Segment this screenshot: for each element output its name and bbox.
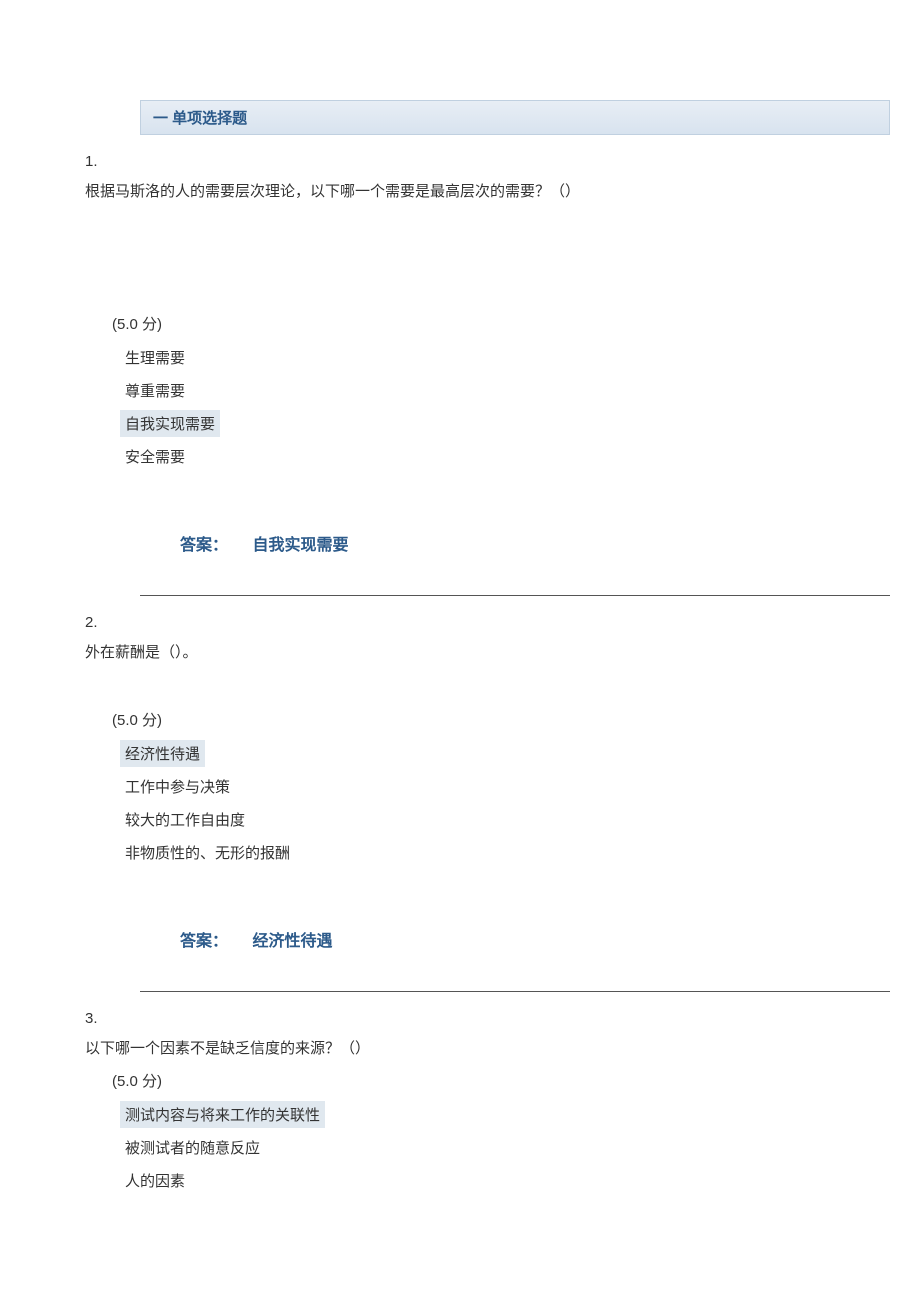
question-number: 2. bbox=[85, 614, 920, 631]
question-points: (5.0 分) bbox=[112, 709, 920, 730]
option-1[interactable]: 生理需要 bbox=[120, 344, 190, 371]
option-2[interactable]: 被测试者的随意反应 bbox=[120, 1134, 265, 1161]
option-1[interactable]: 经济性待遇 bbox=[120, 740, 205, 767]
answer-value: 经济性待遇 bbox=[252, 927, 332, 951]
options-list: 生理需要 尊重需要 自我实现需要 安全需要 bbox=[120, 344, 920, 476]
section-header: 一 单项选择题 bbox=[140, 100, 890, 135]
question-block-2: 2. 外在薪酬是（）。 (5.0 分) 经济性待遇 工作中参与决策 较大的工作自… bbox=[0, 614, 920, 992]
answer-label: 答案： bbox=[180, 927, 228, 951]
question-points: (5.0 分) bbox=[112, 313, 920, 334]
page-container: 一 单项选择题 1. 根据马斯洛的人的需要层次理论，以下哪一个需要是最高层次的需… bbox=[0, 0, 920, 1240]
answer-section: 答案： 经济性待遇 bbox=[180, 927, 920, 951]
option-3[interactable]: 较大的工作自由度 bbox=[120, 806, 250, 833]
question-number: 1. bbox=[85, 153, 920, 170]
question-text: 以下哪一个因素不是缺乏信度的来源？（） bbox=[85, 1037, 920, 1058]
options-list: 经济性待遇 工作中参与决策 较大的工作自由度 非物质性的、无形的报酬 bbox=[120, 740, 920, 872]
question-points: (5.0 分) bbox=[112, 1070, 920, 1091]
options-list: 测试内容与将来工作的关联性 被测试者的随意反应 人的因素 bbox=[120, 1101, 920, 1200]
question-text: 根据马斯洛的人的需要层次理论，以下哪一个需要是最高层次的需要？（） bbox=[85, 180, 920, 201]
answer-label: 答案： bbox=[180, 531, 228, 555]
divider bbox=[140, 991, 890, 992]
question-block-3: 3. 以下哪一个因素不是缺乏信度的来源？（） (5.0 分) 测试内容与将来工作… bbox=[0, 1010, 920, 1200]
answer-section: 答案： 自我实现需要 bbox=[180, 531, 920, 555]
question-text: 外在薪酬是（）。 bbox=[85, 641, 920, 662]
option-1[interactable]: 测试内容与将来工作的关联性 bbox=[120, 1101, 325, 1128]
question-block-1: 1. 根据马斯洛的人的需要层次理论，以下哪一个需要是最高层次的需要？（） (5.… bbox=[0, 153, 920, 596]
option-4[interactable]: 安全需要 bbox=[120, 443, 190, 470]
option-3[interactable]: 自我实现需要 bbox=[120, 410, 220, 437]
option-4[interactable]: 非物质性的、无形的报酬 bbox=[120, 839, 295, 866]
question-number: 3. bbox=[85, 1010, 920, 1027]
option-2[interactable]: 工作中参与决策 bbox=[120, 773, 235, 800]
answer-value: 自我实现需要 bbox=[252, 531, 348, 555]
option-2[interactable]: 尊重需要 bbox=[120, 377, 190, 404]
divider bbox=[140, 595, 890, 596]
option-3[interactable]: 人的因素 bbox=[120, 1167, 190, 1194]
